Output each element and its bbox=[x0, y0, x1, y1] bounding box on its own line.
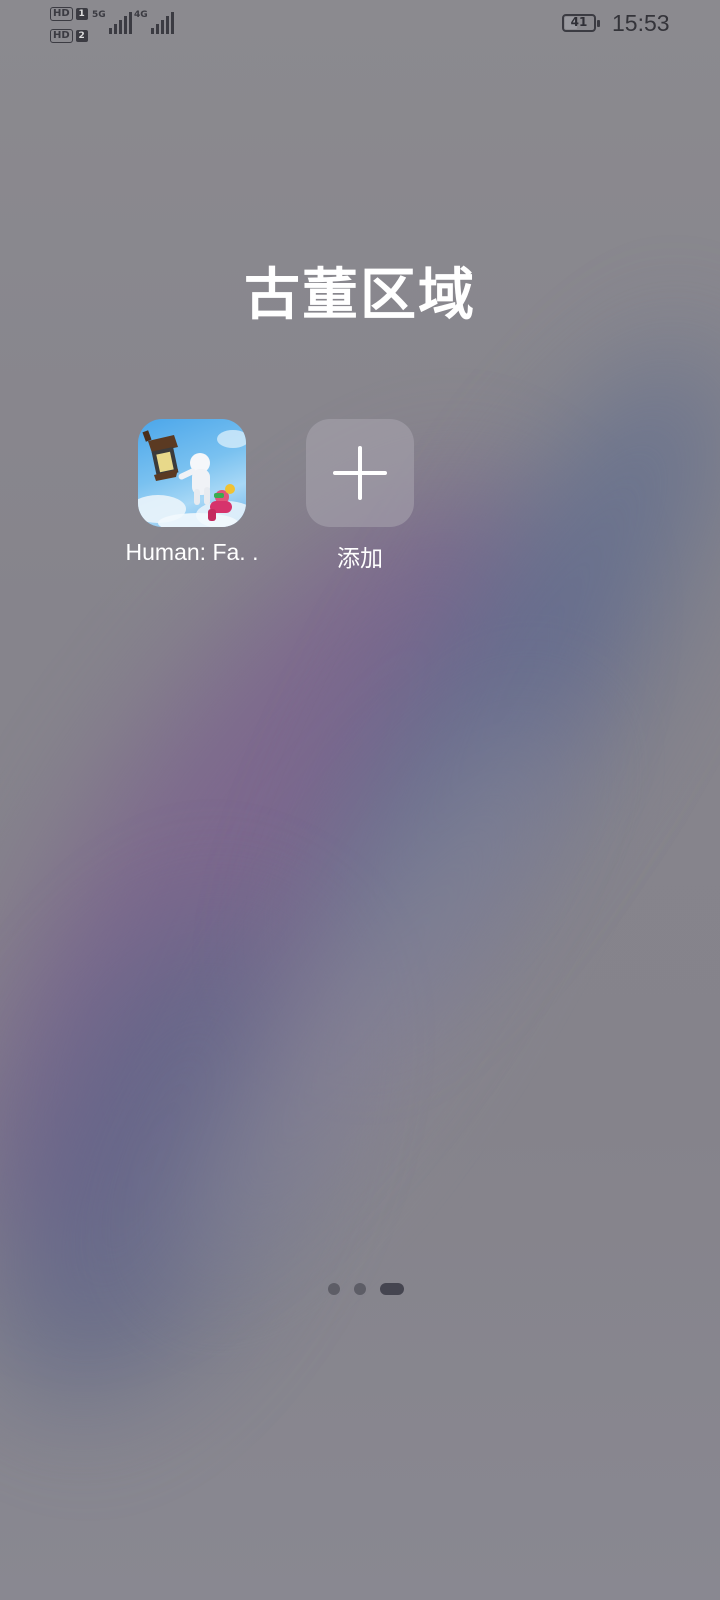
folder-title[interactable]: 古董区域 bbox=[0, 250, 720, 331]
network-type-label: 4G bbox=[134, 10, 148, 20]
sim-indicators: HD 1 HD 2 bbox=[50, 6, 88, 50]
sim1-signal: 5G bbox=[92, 10, 132, 34]
add-app-button[interactable]: 添加 bbox=[280, 419, 440, 573]
status-time: 15:53 bbox=[612, 10, 670, 36]
page-dot-active[interactable] bbox=[380, 1283, 404, 1295]
sim2-row: HD 2 bbox=[50, 28, 88, 44]
battery-icon: 41 bbox=[562, 14, 600, 32]
hd-badge: HD bbox=[50, 29, 73, 43]
app-label: 添加 bbox=[337, 545, 383, 571]
sim-slot-badge: 1 bbox=[75, 8, 88, 20]
network-type-label: 5G bbox=[92, 10, 106, 20]
app-label: Human: Fa. . bbox=[125, 539, 259, 565]
app-human-fall-flat[interactable]: Human: Fa. . bbox=[112, 419, 272, 566]
human-fall-flat-app-icon[interactable] bbox=[138, 419, 246, 527]
wallpaper bbox=[0, 0, 720, 1600]
sim1-row: HD 1 bbox=[50, 6, 88, 22]
status-bar: HD 1 HD 2 5G 4G 41 15:53 bbox=[0, 0, 720, 48]
battery-level-text: 41 bbox=[570, 15, 588, 29]
hd-badge: HD bbox=[50, 7, 73, 21]
page-dot[interactable] bbox=[354, 1283, 366, 1295]
add-app-tile[interactable] bbox=[306, 419, 414, 527]
signal-bars-icon bbox=[108, 10, 132, 34]
signal-bars-icon bbox=[150, 10, 174, 34]
page-indicator bbox=[0, 1283, 720, 1295]
plus-icon bbox=[333, 446, 387, 500]
sim2-signal: 4G bbox=[134, 10, 174, 34]
page-dot[interactable] bbox=[328, 1283, 340, 1295]
battery-cap bbox=[597, 20, 600, 27]
game-artwork bbox=[138, 430, 246, 527]
sim-slot-badge: 2 bbox=[75, 30, 88, 42]
